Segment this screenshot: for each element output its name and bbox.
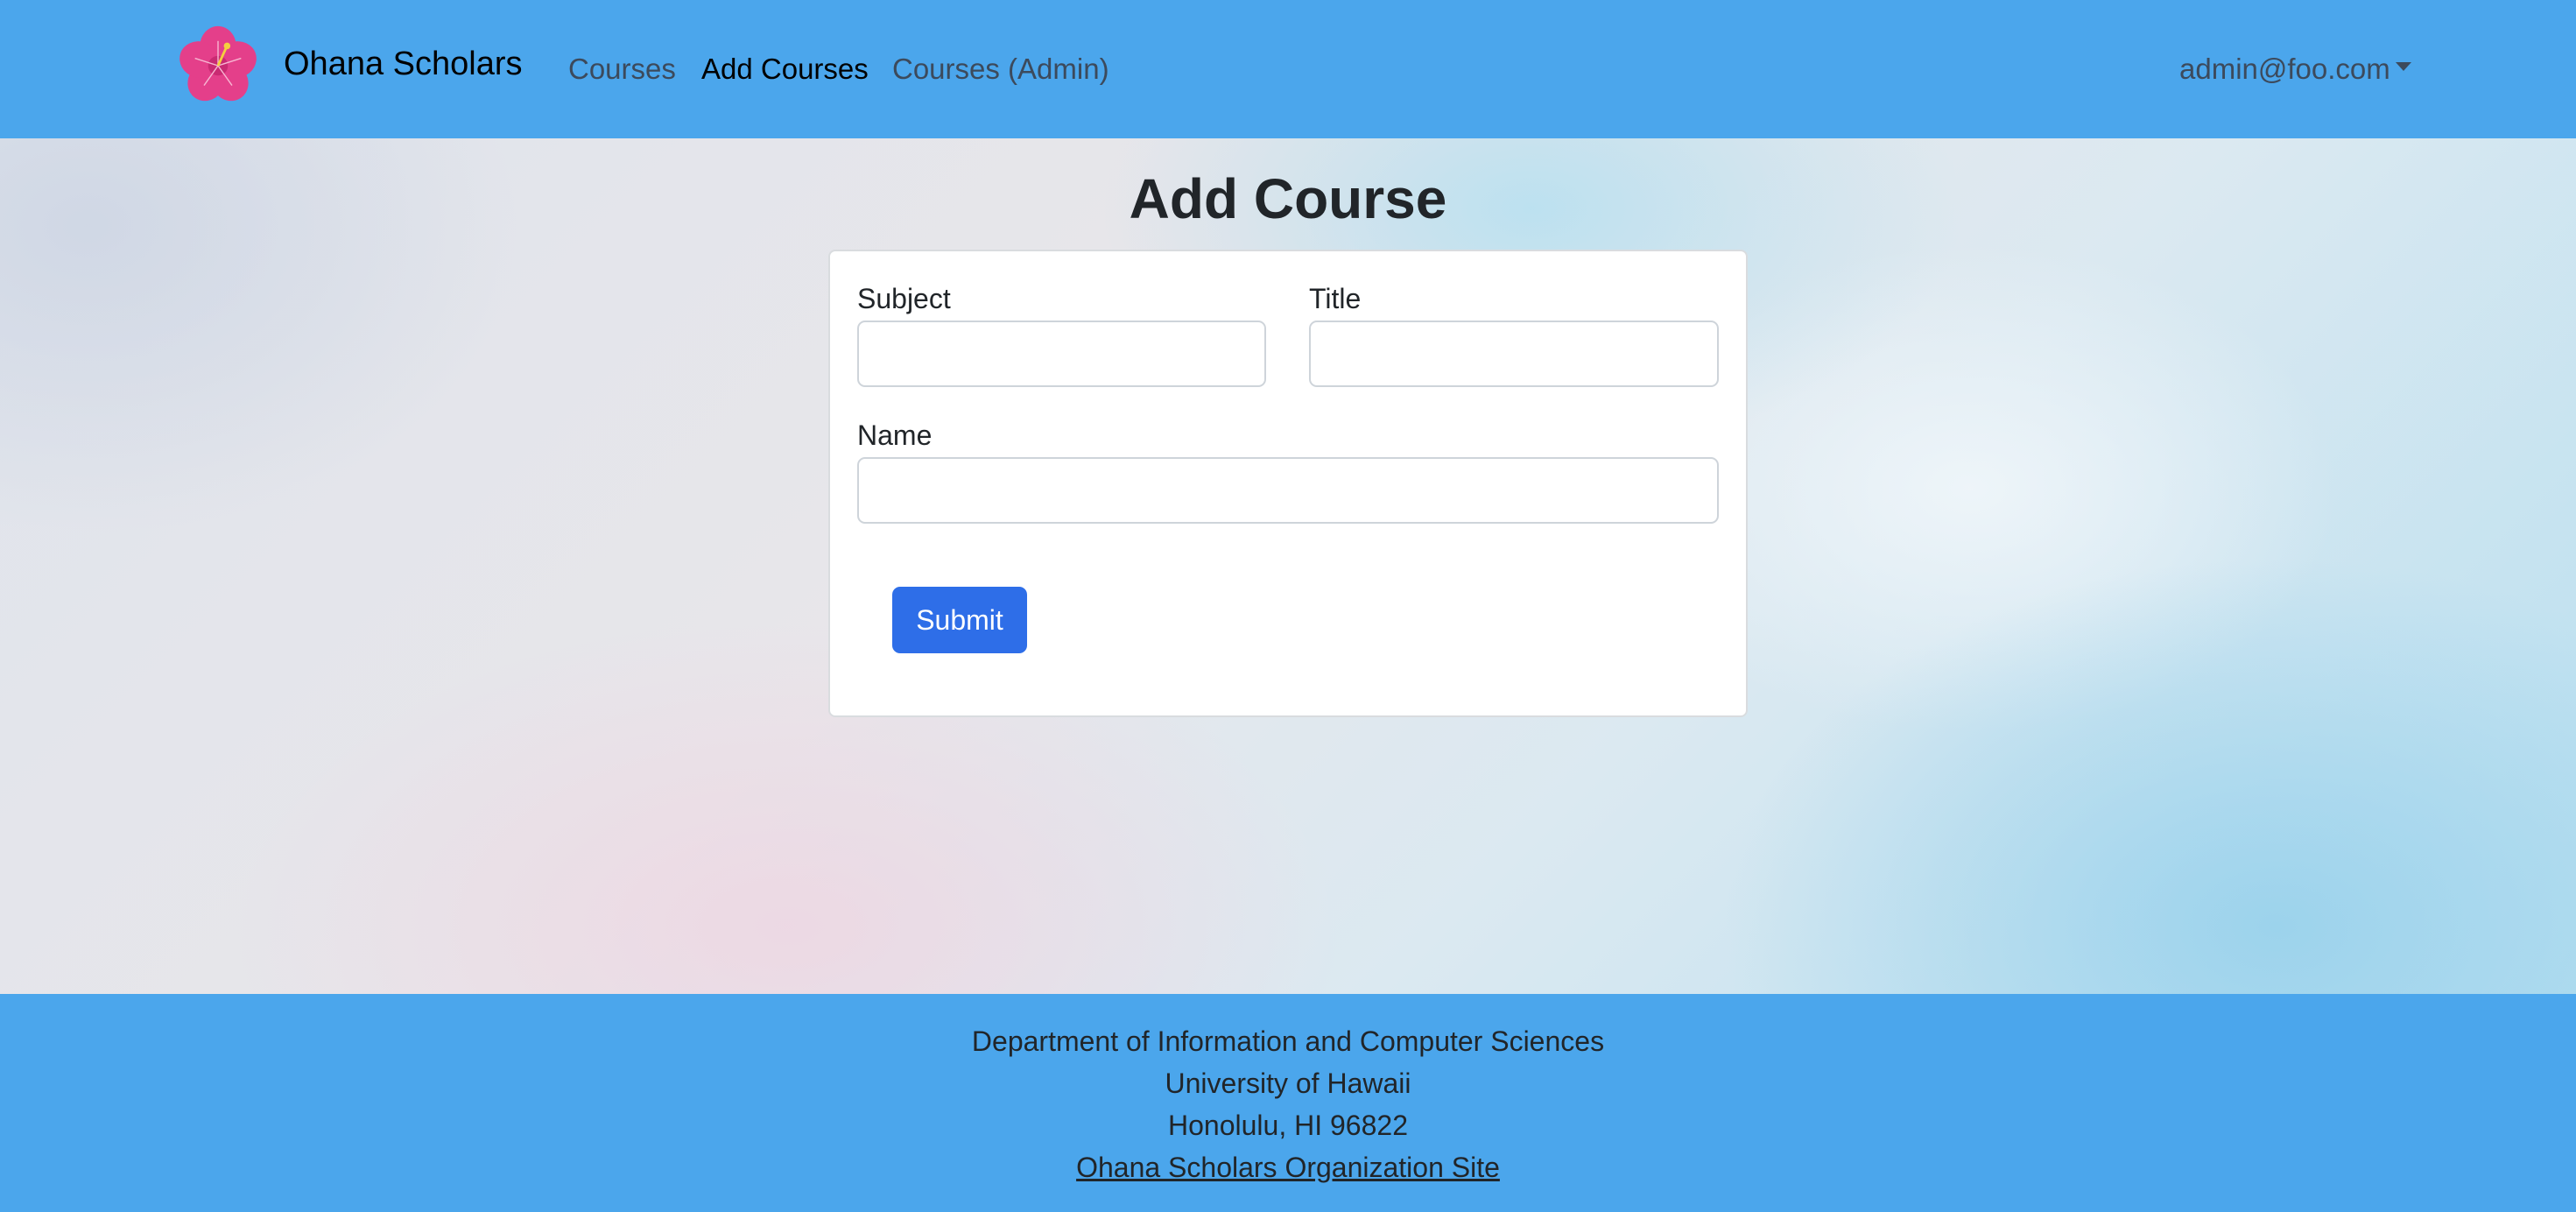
brand-name[interactable]: Ohana Scholars xyxy=(284,46,523,83)
caret-down-icon xyxy=(2395,62,2411,71)
organization-site-link[interactable]: Ohana Scholars Organization Site xyxy=(1076,1152,1500,1183)
nav-link-add-courses[interactable]: Add Courses xyxy=(701,53,869,86)
footer-link-row: Ohana Scholars Organization Site xyxy=(0,1152,2576,1184)
footer-university: University of Hawaii xyxy=(1165,1068,1411,1099)
subject-label: Subject xyxy=(857,283,951,314)
submit-button[interactable]: Submit xyxy=(892,587,1027,653)
user-email: admin@foo.com xyxy=(2179,53,2390,85)
hibiscus-flower-icon[interactable] xyxy=(177,25,259,107)
page-title: Add Course xyxy=(1129,167,1447,230)
user-dropdown[interactable]: admin@foo.com xyxy=(2179,53,2411,86)
title-input[interactable] xyxy=(1309,321,1719,387)
name-label: Name xyxy=(857,419,933,451)
footer-department: Department of Information and Computer S… xyxy=(971,1025,1605,1057)
footer-address: Honolulu, HI 96822 xyxy=(1168,1110,1408,1141)
footer: Department of Information and Computer S… xyxy=(0,994,2576,1212)
nav-link-courses[interactable]: Courses xyxy=(568,53,676,86)
subject-input[interactable] xyxy=(857,321,1266,387)
name-input[interactable] xyxy=(857,457,1719,524)
nav-link-courses-admin[interactable]: Courses (Admin) xyxy=(892,53,1109,86)
top-navbar: Ohana Scholars Courses Add Courses Cours… xyxy=(0,0,2576,138)
title-label: Title xyxy=(1309,283,1362,314)
